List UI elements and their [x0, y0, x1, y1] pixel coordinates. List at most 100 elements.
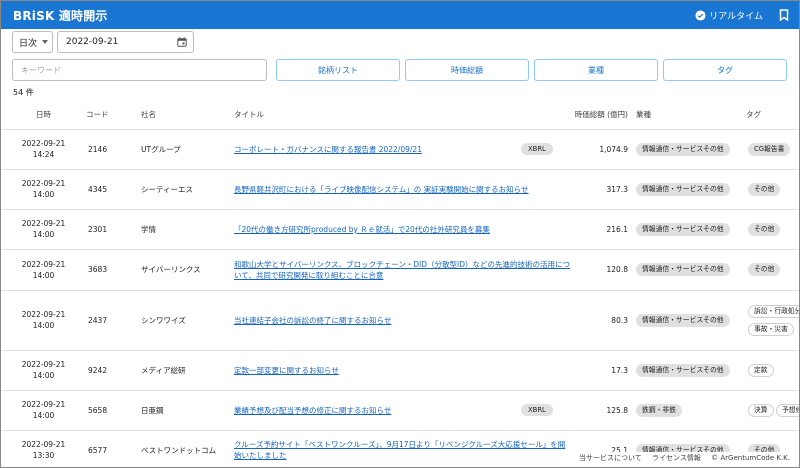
tag-chip[interactable]: 決算 [748, 403, 774, 417]
period-select-value: 日次 [19, 38, 38, 49]
row-market-cap: 17.3 [571, 350, 636, 391]
industry-chip[interactable]: 情報通信・サービスその他 [636, 182, 730, 196]
realtime-toggle[interactable]: リアルタイム [695, 9, 763, 22]
table-row: 2022-09-21 14:00 3683 サイバーリンクス 和歌山大学とサイバー… [1, 249, 799, 291]
tag-chip[interactable]: その他 [748, 182, 781, 196]
about-link[interactable]: 当サービスについて [579, 454, 642, 462]
industry-chip[interactable]: 情報通信・サービスその他 [636, 363, 730, 377]
tag-button[interactable]: タグ [663, 59, 787, 81]
tag-chip[interactable]: その他 [748, 222, 781, 236]
industry-chip[interactable]: 情報通信・サービスその他 [636, 142, 730, 156]
caret-down-icon [42, 40, 49, 44]
row-code: 3683 [86, 249, 141, 291]
row-time: 14:00 [32, 270, 55, 280]
row-code: 2146 [86, 129, 141, 170]
table-row: 2022-09-21 14:00 5658 日亜鋼 業績予想及び配当予想の修正に関… [1, 390, 799, 431]
row-market-cap: 125.8 [571, 390, 636, 431]
copyright: © ArGentumCode K.K. [711, 454, 790, 462]
table-row: 2022-09-21 14:00 4345 シーティーエス 長野県軽井沢町における… [1, 169, 799, 210]
row-market-cap: 1,074.9 [571, 129, 636, 170]
stock-list-button[interactable]: 銘柄リスト [276, 59, 400, 81]
footer: 当サービスについて ライセンス情報 © ArGentumCode K.K. [568, 452, 793, 464]
check-circle-icon [695, 9, 706, 21]
row-date: 2022-09-21 [21, 179, 66, 188]
row-title-link[interactable]: 業績予想及び配当予想の修正に関するお知らせ [234, 406, 391, 415]
row-code: 4345 [86, 169, 141, 210]
date-value: 2022-09-21 [66, 37, 119, 47]
tag-chip[interactable]: CG報告書 [748, 142, 791, 156]
bookmark-icon [779, 9, 789, 21]
bookmark-button[interactable] [779, 9, 789, 21]
col-tags[interactable]: タグ [746, 101, 799, 130]
table-row: 2022-09-21 14:00 2437 シンワワイズ 当社連結子会社の訴訟の終… [1, 290, 799, 351]
row-title-link[interactable]: 和歌山大学とサイバーリンクス、ブロックチェーン・DID（分散型ID）などの先進的… [234, 260, 570, 280]
disclosure-table: 日時 コード 社名 タイトル 時価総額 (億円) 業種 タグ 2022-09-2… [1, 101, 799, 467]
row-code: 5658 [86, 390, 141, 431]
period-select[interactable]: 日次 [12, 31, 53, 53]
col-title[interactable]: タイトル [234, 101, 521, 130]
col-industry[interactable]: 業種 [636, 101, 746, 130]
row-company: サイバーリンクス [141, 249, 234, 291]
col-company[interactable]: 社名 [141, 101, 234, 130]
industry-chip[interactable]: 情報通信・サービスその他 [636, 263, 730, 276]
row-market-cap: 120.8 [571, 249, 636, 291]
row-title-link[interactable]: 長野県軽井沢町における「ライブ映像配信システム」の 実証実験開始に関するお知らせ [234, 185, 529, 194]
row-title-link[interactable]: 「20代の働き方研究所produced by Ｒｅ就活」で20代の社外研究員を募… [234, 225, 490, 234]
row-time: 13:30 [32, 451, 55, 460]
row-code: 2301 [86, 209, 141, 250]
row-title-link[interactable]: クルーズ予約サイト「ベストワンクルーズ」、9月17日より「リベンジクルーズ大応援… [234, 440, 565, 460]
realtime-label: リアルタイム [709, 11, 763, 22]
license-link[interactable]: ライセンス情報 [652, 454, 701, 462]
tag-chip[interactable]: その他 [748, 263, 781, 276]
row-date: 2022-09-21 [21, 440, 66, 449]
market-cap-button[interactable]: 時価総額 [405, 59, 529, 81]
col-datetime[interactable]: 日時 [1, 101, 86, 130]
row-company: 日亜鋼 [141, 390, 234, 431]
date-field[interactable]: 2022-09-21 [57, 31, 194, 53]
row-time: 14:00 [32, 230, 55, 239]
row-date: 2022-09-21 [21, 360, 66, 369]
row-company: 学情 [141, 209, 234, 250]
row-date: 2022-09-21 [21, 259, 66, 269]
tag-chip[interactable]: 訴訟・行政処分 [748, 304, 799, 318]
industry-button[interactable]: 業種 [534, 59, 658, 81]
row-code: 9242 [86, 350, 141, 391]
xbrl-badge[interactable]: XBRL [521, 404, 553, 416]
row-company: シーティーエス [141, 169, 234, 210]
app-title: BRiSK 適時開示 [13, 8, 108, 23]
app-bar: BRiSK 適時開示 リアルタイム [1, 1, 799, 29]
row-date: 2022-09-21 [21, 219, 66, 228]
row-company: UTグループ [141, 129, 234, 170]
row-date: 2022-09-21 [21, 139, 66, 148]
row-title-link[interactable]: コーポレート・ガバナンスに関する報告書 2022/09/21 [234, 145, 422, 154]
result-count: 54 件 [13, 88, 34, 97]
col-market-cap[interactable]: 時価総額 (億円) [571, 101, 636, 130]
tag-chip[interactable]: 予想修正 [775, 403, 799, 417]
calendar-icon[interactable] [177, 37, 187, 47]
row-title-link[interactable]: 定款一部変更に関するお知らせ [234, 366, 339, 375]
industry-chip[interactable]: 情報通信・サービスその他 [636, 222, 730, 236]
keyword-input[interactable] [12, 59, 267, 81]
filter-area: 日次 2022-09-21 銘柄リスト 時価総額 業種 タグ [1, 31, 799, 81]
industry-chip[interactable]: 情報通信・サービスその他 [636, 313, 730, 327]
row-market-cap: 317.3 [571, 169, 636, 210]
industry-chip[interactable]: 鉄鋼・非鉄 [636, 403, 682, 417]
tag-chip[interactable]: 定款 [748, 363, 774, 377]
row-market-cap: 80.3 [571, 290, 636, 351]
row-market-cap: 216.1 [571, 209, 636, 250]
app-frame: BRiSK 適時開示 リアルタイム 日次 2022-09-21 銘柄リスト 時価… [0, 0, 800, 468]
row-company: ベストワンドットコム [141, 430, 234, 467]
row-date: 2022-09-21 [21, 400, 66, 409]
table-row: 2022-09-21 14:24 2146 UTグループ コーポレート・ガバナンス… [1, 129, 799, 170]
xbrl-badge[interactable]: XBRL [521, 143, 553, 155]
row-title-link[interactable]: 当社連結子会社の訴訟の終了に関するお知らせ [234, 316, 391, 325]
table-row: 2022-09-21 14:00 9242 メディア総研 定款一部変更に関するお知… [1, 350, 799, 391]
row-code: 2437 [86, 290, 141, 351]
row-company: シンワワイズ [141, 290, 234, 351]
col-code[interactable]: コード [86, 101, 141, 130]
tag-chip[interactable]: 事故・災害 [748, 322, 794, 336]
row-date: 2022-09-21 [21, 310, 66, 319]
row-company: メディア総研 [141, 350, 234, 391]
table-header: 日時 コード 社名 タイトル 時価総額 (億円) 業種 タグ [1, 101, 799, 130]
row-time: 14:00 [32, 371, 55, 380]
